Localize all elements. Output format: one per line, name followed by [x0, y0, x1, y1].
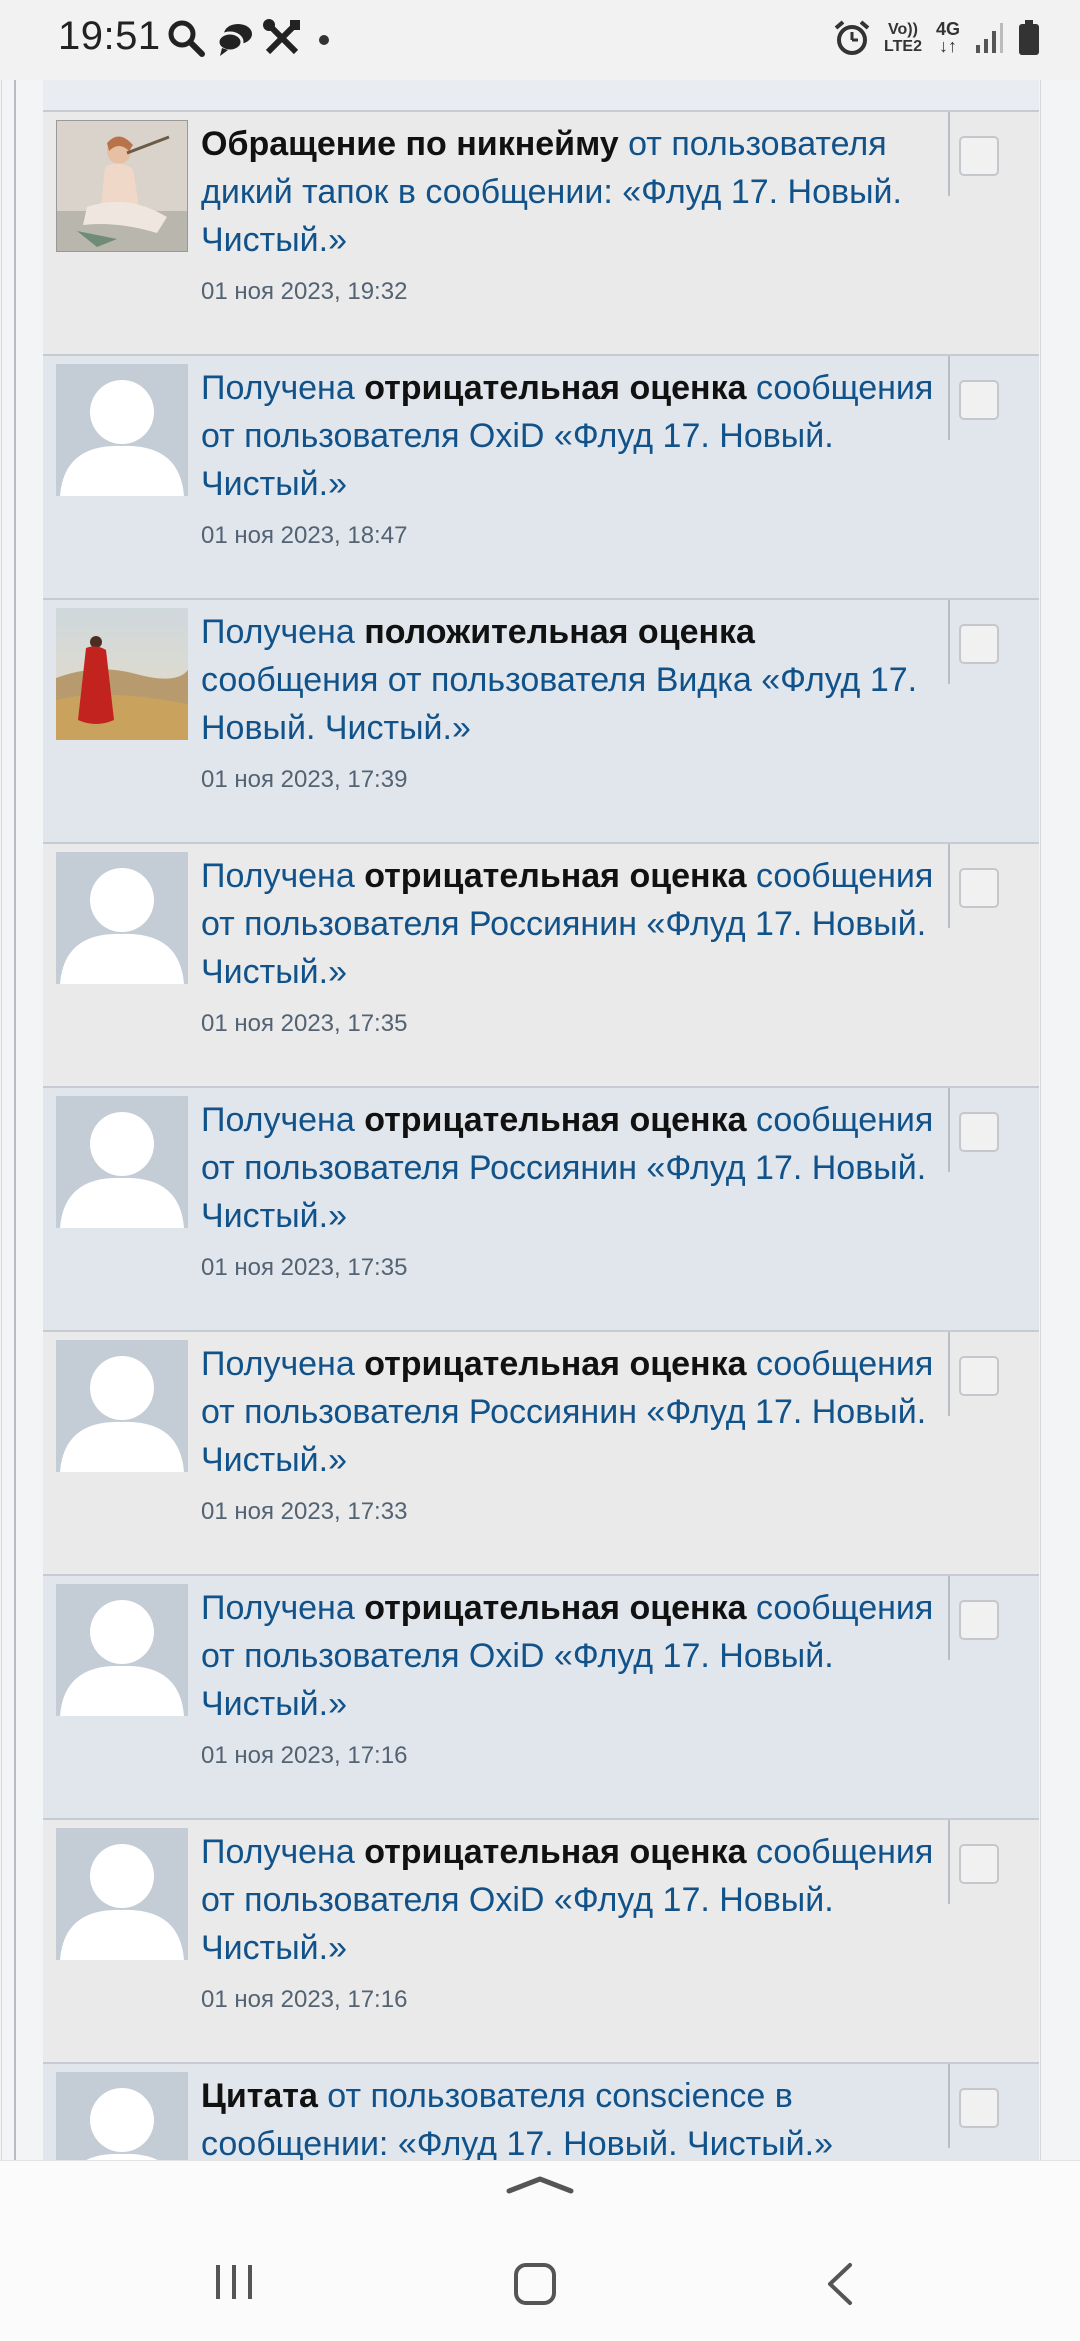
- notifications-page: Обращение по никнейму от пользователя ди…: [0, 80, 1080, 2160]
- notification-content: Получена отрицательная оценка сообщения …: [201, 852, 941, 1038]
- notification-time: 01 ноя 2023, 17:33: [201, 1498, 408, 1525]
- dot-icon: [319, 35, 329, 45]
- divider: [948, 2064, 950, 2148]
- notification-time: 01 ноя 2023, 17:16: [201, 1986, 408, 2013]
- notification-text[interactable]: Получена отрицательная оценка сообщения …: [201, 1584, 941, 1728]
- divider: [948, 1576, 950, 1660]
- navigation-bar: [0, 2160, 1080, 2341]
- notification-text[interactable]: Получена отрицательная оценка сообщения …: [201, 1340, 941, 1484]
- mark-checkbox[interactable]: [959, 380, 999, 420]
- notification-content: Получена отрицательная оценка сообщения …: [201, 1340, 941, 1526]
- notification-item[interactable]: Получена отрицательная оценка сообщения …: [43, 1820, 1039, 2064]
- avatar[interactable]: [56, 608, 188, 740]
- avatar[interactable]: [56, 364, 188, 496]
- divider: [948, 356, 950, 440]
- avatar[interactable]: [56, 120, 188, 252]
- avatar[interactable]: [56, 2072, 188, 2160]
- mark-checkbox[interactable]: [959, 868, 999, 908]
- divider: [948, 1332, 950, 1416]
- divider: [948, 600, 950, 684]
- battery-icon: [1019, 20, 1039, 55]
- notification-content: Получена отрицательная оценка сообщения …: [201, 364, 941, 550]
- back-icon[interactable]: [822, 2261, 856, 2307]
- notification-item[interactable]: Получена отрицательная оценка сообщения …: [43, 356, 1039, 600]
- notification-text[interactable]: Получена отрицательная оценка сообщения …: [201, 852, 941, 996]
- divider: [948, 112, 950, 196]
- status-bar: 19:51 Vo)) LTE2 4G ↓↑: [0, 0, 1080, 80]
- notification-item[interactable]: Получена отрицательная оценка сообщения …: [43, 1576, 1039, 1820]
- notification-item[interactable]: Получена положительная оценка сообщения …: [43, 600, 1039, 844]
- mark-checkbox[interactable]: [959, 624, 999, 664]
- notification-item[interactable]: Получена отрицательная оценка сообщения …: [43, 1088, 1039, 1332]
- avatar[interactable]: [56, 1340, 188, 1472]
- notification-content: Получена отрицательная оценка сообщения …: [201, 1096, 941, 1282]
- frame-border: [1, 80, 2, 2160]
- mark-checkbox[interactable]: [959, 1600, 999, 1640]
- notification-content: Обращение по никнейму от пользователя ди…: [201, 120, 941, 306]
- notification-content: Получена отрицательная оценка сообщения …: [201, 1828, 941, 2014]
- chat-icon: [216, 24, 252, 56]
- mark-checkbox[interactable]: [959, 136, 999, 176]
- notification-content: Получена отрицательная оценка сообщения …: [201, 1584, 941, 1770]
- divider: [948, 1088, 950, 1172]
- expand-up-icon[interactable]: [505, 2173, 575, 2197]
- notification-text[interactable]: Получена отрицательная оценка сообщения …: [201, 1828, 941, 1972]
- avatar[interactable]: [56, 1828, 188, 1960]
- recent-apps-icon[interactable]: [212, 2261, 256, 2303]
- divider: [948, 1820, 950, 1904]
- notification-text[interactable]: Цитата от пользователя conscience в сооб…: [201, 2072, 941, 2160]
- search-icon: [168, 20, 205, 57]
- divider: [948, 844, 950, 928]
- notification-text[interactable]: Получена отрицательная оценка сообщения …: [201, 1096, 941, 1240]
- mark-checkbox[interactable]: [959, 1356, 999, 1396]
- notification-list: Обращение по никнейму от пользователя ди…: [43, 112, 1039, 2160]
- mark-checkbox[interactable]: [959, 2088, 999, 2128]
- notification-time: 01 ноя 2023, 18:47: [201, 522, 408, 549]
- frame-border: [14, 80, 16, 2160]
- notification-time: 01 ноя 2023, 19:32: [201, 278, 408, 305]
- notification-time: 01 ноя 2023, 17:35: [201, 1010, 408, 1037]
- avatar[interactable]: [56, 852, 188, 984]
- notification-content: Получена положительная оценка сообщения …: [201, 608, 941, 794]
- notification-time: 01 ноя 2023, 17:16: [201, 1742, 408, 1769]
- notification-time: 01 ноя 2023, 17:35: [201, 1254, 408, 1281]
- network-type: 4G ↓↑: [935, 19, 960, 56]
- notification-item[interactable]: Цитата от пользователя conscience в сооб…: [43, 2064, 1039, 2160]
- tools-icon: [263, 19, 300, 55]
- notification-text[interactable]: Получена отрицательная оценка сообщения …: [201, 364, 941, 508]
- mark-checkbox[interactable]: [959, 1844, 999, 1884]
- alarm-icon: [834, 20, 870, 55]
- notification-item[interactable]: Обращение по никнейму от пользователя ди…: [43, 112, 1039, 356]
- notification-time: 01 ноя 2023, 17:39: [201, 766, 408, 793]
- home-icon[interactable]: [512, 2261, 558, 2307]
- avatar[interactable]: [56, 1584, 188, 1716]
- signal-icon: [976, 23, 1003, 53]
- avatar[interactable]: [56, 1096, 188, 1228]
- notification-item[interactable]: Получена отрицательная оценка сообщения …: [43, 844, 1039, 1088]
- status-time: 19:51: [58, 14, 161, 58]
- notification-item[interactable]: Получена отрицательная оценка сообщения …: [43, 1332, 1039, 1576]
- network-status: Vo)) LTE2: [884, 21, 922, 55]
- notification-content: Цитата от пользователя conscience в сооб…: [201, 2072, 941, 2160]
- list-top-edge: [43, 80, 1039, 112]
- frame-border: [1040, 80, 1041, 2160]
- notification-text[interactable]: Получена положительная оценка сообщения …: [201, 608, 941, 752]
- mark-checkbox[interactable]: [959, 1112, 999, 1152]
- notification-text[interactable]: Обращение по никнейму от пользователя ди…: [201, 120, 941, 264]
